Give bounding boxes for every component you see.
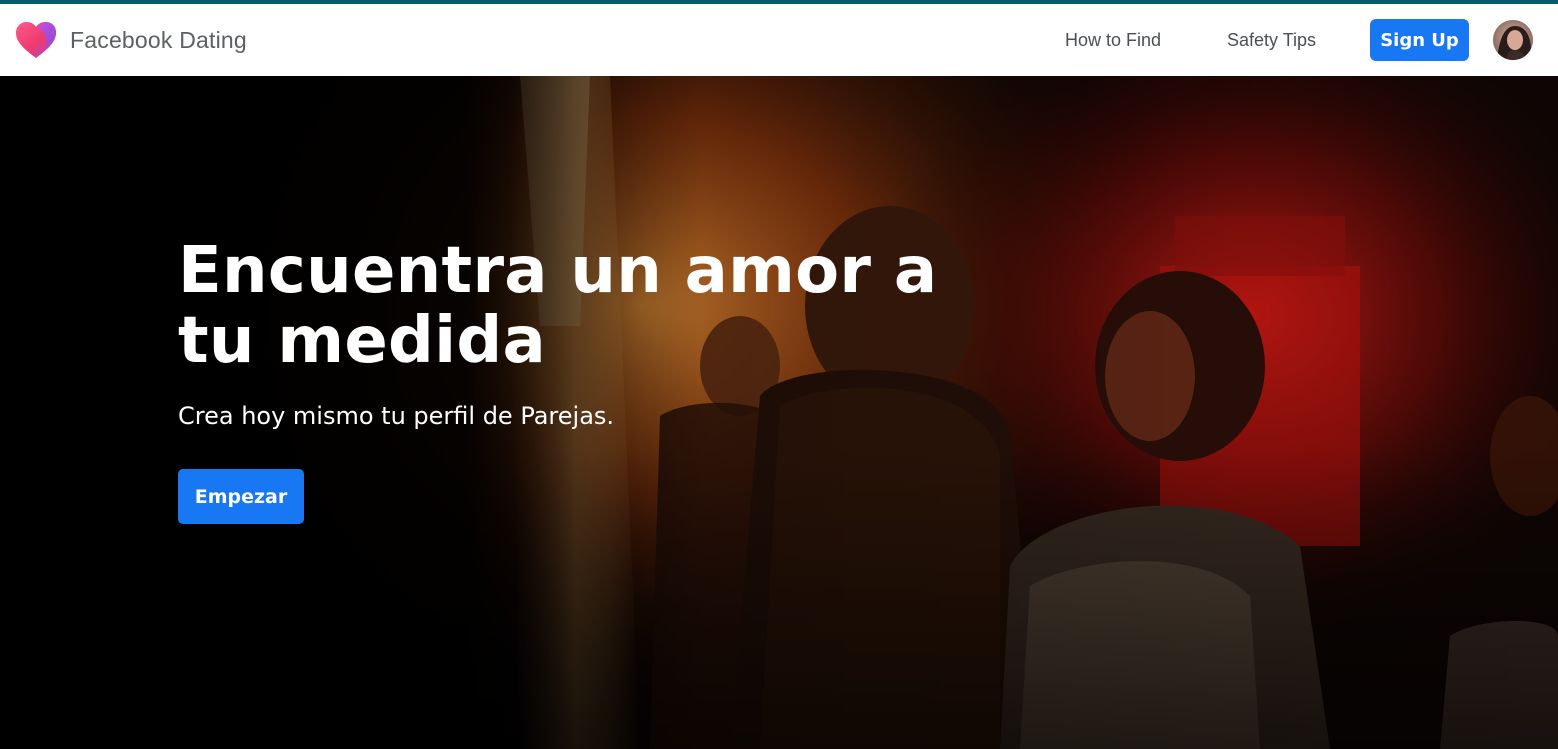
heart-icon	[16, 22, 56, 58]
top-navbar: Facebook Dating How to Find Safety Tips …	[0, 4, 1558, 76]
nav-link-how-to-find[interactable]: How to Find	[1065, 4, 1161, 76]
hero-subtitle: Crea hoy mismo tu perfil de Parejas.	[178, 402, 615, 430]
sign-up-button[interactable]: Sign Up	[1370, 19, 1469, 61]
user-avatar[interactable]	[1493, 20, 1533, 60]
brand-name: Facebook Dating	[70, 26, 247, 53]
nav-link-safety-tips[interactable]: Safety Tips	[1227, 4, 1316, 76]
start-button[interactable]: Empezar	[178, 469, 304, 524]
hero-title: Encuentra un amor a tu medida	[178, 234, 938, 378]
brand-home-link[interactable]: Facebook Dating	[14, 4, 247, 76]
hero-section: Encuentra un amor a tu medida Crea hoy m…	[0, 76, 1558, 749]
avatar-image	[1493, 20, 1533, 60]
